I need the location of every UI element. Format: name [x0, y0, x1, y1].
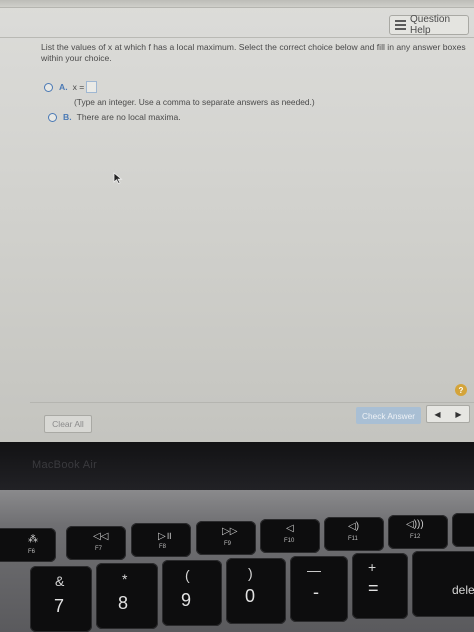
fast-forward-icon: ▷▷	[222, 526, 238, 537]
key-minus[interactable]: — -	[290, 556, 348, 622]
prev-question-icon[interactable]: ◀	[434, 410, 440, 419]
play-pause-icon: ▷॥	[158, 531, 172, 542]
volume-up-icon: ◁)))	[406, 519, 424, 530]
key-8[interactable]: * 8	[96, 563, 158, 629]
question-help-label: Question Help	[409, 14, 451, 36]
clear-all-button[interactable]: Clear All	[44, 415, 92, 433]
key-f11[interactable]: ◁) F11	[324, 517, 384, 551]
laptop-brand: MacBook Air	[32, 459, 98, 471]
question-nav: ◀ ▶	[426, 405, 470, 423]
key-f12[interactable]: ◁))) F12	[388, 515, 448, 549]
option-a-letter: A.	[59, 82, 68, 92]
answer-input[interactable]	[86, 81, 98, 93]
question-text: List the values of x at which f has a lo…	[41, 42, 466, 63]
question-header: Question Help	[0, 8, 474, 38]
check-answer-button[interactable]: Check Answer	[356, 407, 421, 424]
key-f7[interactable]: ◁◁ F7	[66, 526, 126, 560]
keyboard-backlight-icon: ⁂	[28, 534, 38, 545]
key-9[interactable]: ( 9	[162, 560, 222, 626]
key-f9[interactable]: ▷▷ F9	[196, 521, 256, 555]
next-question-icon[interactable]: ▶	[455, 410, 461, 419]
key-0[interactable]: ) 0	[226, 558, 286, 624]
option-a-radio[interactable]	[44, 82, 53, 92]
help-circle-icon[interactable]: ?	[455, 384, 467, 396]
option-b-radio[interactable]	[48, 112, 57, 122]
rewind-icon: ◁◁	[93, 531, 109, 542]
key-7[interactable]: & 7	[30, 566, 92, 632]
option-b-text: There are no local maxima.	[76, 112, 181, 122]
mute-icon: ◁	[286, 523, 294, 534]
top-strip	[0, 0, 474, 8]
mouse-cursor-icon	[113, 172, 123, 184]
option-a-text: x =	[72, 82, 85, 92]
key-delete[interactable]: dele	[412, 551, 474, 617]
volume-down-icon: ◁)	[348, 521, 360, 532]
question-help-button[interactable]: Question Help	[389, 14, 469, 36]
key-f10[interactable]: ◁ F10	[260, 519, 320, 553]
option-a[interactable]: A. x =	[44, 81, 98, 93]
option-b-letter: B.	[63, 112, 72, 122]
answer-hint: (Type an integer. Use a comma to separat…	[74, 97, 315, 107]
divider	[30, 402, 474, 403]
option-b[interactable]: B. There are no local maxima.	[48, 112, 181, 122]
key-equals[interactable]: + =	[352, 553, 408, 619]
list-icon	[395, 20, 406, 30]
browser-screen: Question Help List the values of x at wh…	[0, 0, 474, 442]
key-power[interactable]	[452, 513, 474, 547]
key-f6[interactable]: ⁂ F6	[0, 528, 56, 562]
key-f8[interactable]: ▷॥ F8	[131, 523, 191, 557]
